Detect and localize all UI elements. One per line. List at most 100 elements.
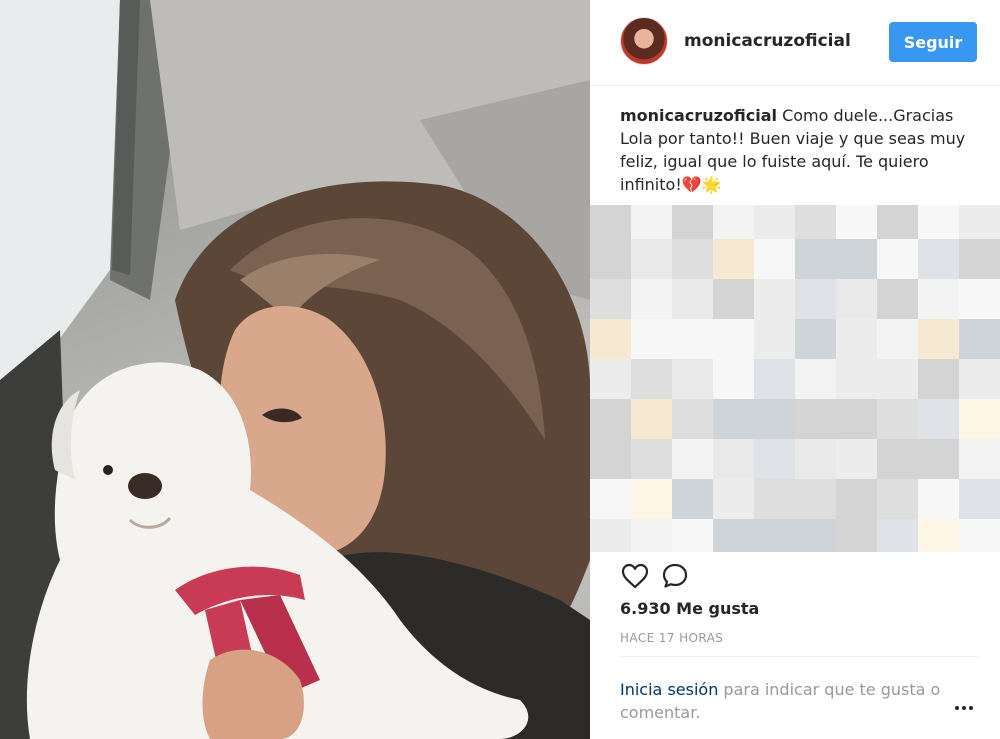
post-caption: monicacruzoficial Como duele...Gracias L… [620,104,990,196]
caption-username[interactable]: monicacruzoficial [620,106,777,125]
pixel-tile [795,439,836,479]
pixel-tile [631,519,672,552]
pixel-tile [754,239,795,279]
pixel-tile [795,205,836,239]
photo-illustration [0,0,590,739]
pixel-tile [795,359,836,399]
pixel-tile [877,359,918,399]
pixel-tile [959,399,1000,439]
pixel-tile [672,519,713,552]
pixel-tile [836,239,877,279]
pixel-tile [590,319,631,359]
pixel-tile [672,279,713,319]
pixel-tile [672,399,713,439]
pixel-tile [754,519,795,552]
comment-icon[interactable] [660,561,690,591]
pixel-tile [713,399,754,439]
pixel-tile [959,479,1000,519]
heart-icon[interactable] [620,561,650,591]
post-side-panel: monicacruzoficial Seguir monicacruzofici… [590,0,1000,739]
pixel-tile [918,519,959,552]
pixel-tile [672,439,713,479]
pixel-tile [959,239,1000,279]
pixel-tile [795,399,836,439]
pixel-tile [836,205,877,239]
pixel-tile [918,205,959,239]
pixel-tile [631,205,672,239]
pixel-tile [836,319,877,359]
pixel-tile [713,279,754,319]
pixel-tile [836,479,877,519]
pixel-tile [713,205,754,239]
pixel-tile [918,239,959,279]
pixel-tile [672,239,713,279]
pixel-tile [590,399,631,439]
pixel-tile [918,399,959,439]
pixel-tile [672,205,713,239]
pixel-tile [795,519,836,552]
post-photo [0,0,590,739]
pixel-tile [631,399,672,439]
username-link[interactable]: monicacruzoficial [684,31,851,51]
pixel-tile [836,519,877,552]
pixel-tile [590,479,631,519]
pixel-tile [754,359,795,399]
pixel-tile [713,519,754,552]
pixel-tile [631,319,672,359]
pixel-tile [877,279,918,319]
follow-button[interactable]: Seguir [889,22,977,62]
pixel-tile [631,239,672,279]
pixel-tile [590,439,631,479]
pixel-tile [959,279,1000,319]
pixel-tile [754,279,795,319]
pixel-tile [959,359,1000,399]
likes-count[interactable]: 6.930 Me gusta [620,599,759,618]
pixel-tile [631,279,672,319]
pixel-tile [754,319,795,359]
pixel-tile [590,205,631,239]
login-prompt: Inicia sesión para indicar que te gusta … [620,678,960,724]
pixel-tile [590,359,631,399]
pixel-tile [754,205,795,239]
pixel-tile [590,519,631,552]
pixel-tile [672,479,713,519]
pixel-tile [877,479,918,519]
pixel-tile [836,279,877,319]
pixel-tile [877,519,918,552]
pixel-tile [672,319,713,359]
pixel-tile [836,439,877,479]
pixel-tile [918,319,959,359]
pixel-tile [836,399,877,439]
pixel-tile [877,205,918,239]
pixel-tile [959,519,1000,552]
pixel-tile [713,319,754,359]
pixel-tile [877,439,918,479]
pixel-tile [959,439,1000,479]
pixel-tile [631,479,672,519]
pixel-tile [836,359,877,399]
pixel-tile [631,359,672,399]
pixel-tile [918,279,959,319]
pixel-tile [795,319,836,359]
pixel-tile [631,439,672,479]
pixel-tile [918,479,959,519]
pixel-tile [754,479,795,519]
pixel-tile [918,359,959,399]
avatar[interactable] [620,17,668,65]
pixel-tile [918,439,959,479]
pixel-tile [959,319,1000,359]
pixel-tile [795,239,836,279]
more-options-icon[interactable] [952,700,976,716]
login-link[interactable]: Inicia sesión [620,680,718,699]
pixel-tile [795,279,836,319]
pixel-tile [590,239,631,279]
pixel-tile [713,359,754,399]
post-timestamp[interactable]: HACE 17 HORAS [620,631,723,645]
divider [620,656,978,657]
pixel-tile [795,479,836,519]
pixel-tile [713,439,754,479]
pixel-tile [713,239,754,279]
pixel-tile [590,279,631,319]
pixel-tile [754,399,795,439]
pixel-tile [959,205,1000,239]
